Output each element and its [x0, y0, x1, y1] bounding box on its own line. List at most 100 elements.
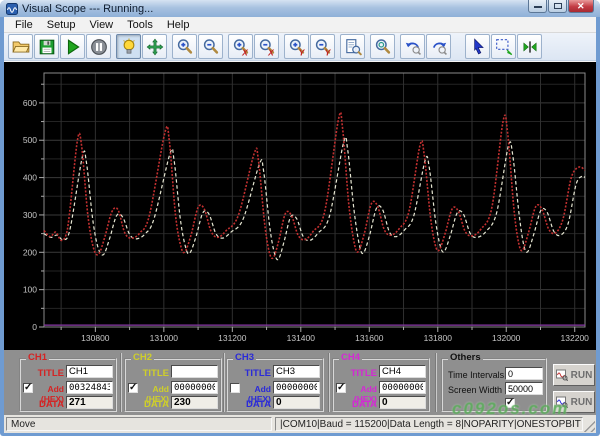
title-input[interactable] — [379, 365, 426, 378]
maximize-button[interactable] — [548, 0, 567, 13]
title-input[interactable] — [273, 365, 320, 378]
svg-text:Y: Y — [298, 47, 305, 56]
zoom-redo-icon — [432, 42, 447, 55]
screen-width-label: Screen Width — [448, 385, 503, 395]
menu-view[interactable]: View — [82, 19, 120, 31]
data-value — [171, 396, 218, 409]
menu-bar: File Setup View Tools Help — [4, 17, 596, 33]
zoom-x-in-button[interactable]: X — [228, 34, 253, 59]
zoom-window-icon — [345, 38, 362, 55]
zoom-all-button[interactable] — [370, 34, 395, 59]
zoom-undo-button[interactable] — [400, 34, 425, 59]
save-button[interactable] — [34, 34, 59, 59]
minimize-button[interactable] — [528, 0, 547, 13]
zoom-y-in-button[interactable]: Y — [284, 34, 309, 59]
toolbar: XX Y Y — [4, 33, 596, 61]
close-button[interactable]: ✕ — [568, 0, 594, 13]
oscilloscope-plot[interactable]: 130800 131000 131200 131400 131600 131800 1320… — [4, 61, 596, 350]
add-hex-input[interactable] — [66, 381, 113, 394]
menu-setup[interactable]: Setup — [40, 19, 83, 31]
others-checkbox[interactable] — [505, 397, 515, 408]
add-hex-input[interactable] — [379, 381, 426, 394]
title-bar[interactable]: Visual Scope --- Running... ✕ — [0, 0, 600, 17]
window-title: Visual Scope --- Running... — [22, 2, 154, 15]
pause-icon — [90, 38, 107, 55]
title-input[interactable] — [171, 365, 218, 378]
open-file-button[interactable] — [8, 34, 33, 59]
others-label: Others — [448, 352, 483, 363]
zoom-out-button[interactable] — [198, 34, 223, 59]
svg-text:0: 0 — [32, 322, 37, 332]
menu-help[interactable]: Help — [160, 19, 197, 31]
data-label: DATA — [144, 399, 169, 410]
visual-scope-window: Visual Scope --- Running... ✕ File Setup… — [0, 0, 600, 436]
maximize-icon — [554, 3, 562, 9]
add-hex-checkbox[interactable] — [230, 383, 240, 393]
svg-text:300: 300 — [23, 210, 37, 220]
zoom-y-out-button[interactable]: Y — [310, 34, 335, 59]
zoom-x-out-button[interactable]: X — [254, 34, 279, 59]
zoom-in-icon — [177, 38, 192, 54]
run-label: RUN — [570, 369, 593, 381]
move-button[interactable] — [142, 34, 167, 59]
pause-button[interactable] — [86, 34, 111, 59]
center-markers-button[interactable] — [517, 34, 542, 59]
zoom-y-in-icon: Y — [289, 38, 305, 56]
run-top-button[interactable]: RUN — [553, 364, 595, 386]
screen-width-input[interactable] — [505, 382, 543, 395]
region-select-button[interactable] — [491, 34, 516, 59]
run-label: RUN — [570, 396, 593, 408]
panel-divider — [223, 353, 225, 412]
status-com-settings: |COM10|Baud = 115200|Data Length = 8|NOP… — [275, 417, 583, 431]
cursor-select-button[interactable] — [465, 34, 490, 59]
add-hex-input[interactable] — [273, 381, 320, 394]
svg-text:600: 600 — [23, 98, 37, 108]
channel-group-ch4: CH4 TITLE Add (HEX) DATA — [332, 352, 430, 412]
svg-text:131000: 131000 — [150, 333, 179, 343]
zoom-x-in-icon: X — [233, 38, 249, 56]
time-intervals-input[interactable] — [505, 367, 543, 380]
panel-divider — [120, 353, 122, 412]
svg-text:131600: 131600 — [355, 333, 384, 343]
zoom-out-icon — [203, 38, 218, 54]
channel-name: CH1 — [26, 352, 50, 363]
status-bar: Move |COM10|Baud = 115200|Data Length = … — [4, 415, 596, 433]
add-hex-input[interactable] — [171, 381, 218, 394]
channel-name: CH2 — [131, 352, 155, 363]
channel-panel: CH1 TITLE Add (HEX) DATA CH2 TITLE Add (… — [4, 349, 596, 415]
add-hex-checkbox[interactable] — [128, 382, 138, 393]
channel-name: CH3 — [233, 352, 257, 363]
channel-group-ch1: CH1 TITLE Add (HEX) DATA — [19, 352, 117, 412]
data-value — [273, 396, 320, 409]
svg-text:130800: 130800 — [81, 333, 110, 343]
data-value — [379, 396, 426, 409]
menu-file[interactable]: File — [8, 19, 40, 31]
data-label: DATA — [352, 399, 377, 410]
channel-name: CH4 — [339, 352, 363, 363]
status-mode: Move — [6, 417, 272, 431]
resize-grip[interactable] — [583, 420, 595, 432]
svg-text:Y: Y — [324, 47, 331, 56]
app-icon — [6, 2, 18, 15]
light-button[interactable] — [116, 34, 141, 59]
zoom-window-button[interactable] — [340, 34, 365, 59]
region-select-icon — [495, 38, 512, 55]
light-icon — [122, 37, 135, 54]
channel-group-ch3: CH3 TITLE Add (HEX) DATA — [226, 352, 324, 412]
run-bottom-button[interactable]: RUN — [553, 391, 595, 413]
add-hex-checkbox[interactable] — [23, 382, 33, 393]
channel-group-ch2: CH2 TITLE Add (HEX) DATA — [124, 352, 222, 412]
data-label: DATA — [246, 399, 271, 410]
svg-text:400: 400 — [23, 173, 37, 183]
svg-text:100: 100 — [23, 285, 37, 295]
move-icon — [146, 38, 163, 55]
zoom-redo-button[interactable] — [426, 34, 451, 59]
zoom-in-button[interactable] — [172, 34, 197, 59]
title-input[interactable] — [66, 365, 113, 378]
menu-tools[interactable]: Tools — [120, 19, 160, 31]
waveform-chart: 130800 131000 131200 131400 131600 131800 1320… — [4, 62, 596, 350]
svg-text:131200: 131200 — [218, 333, 247, 343]
run-button[interactable] — [60, 34, 85, 59]
save-icon — [39, 39, 54, 54]
add-hex-checkbox[interactable] — [336, 382, 346, 393]
